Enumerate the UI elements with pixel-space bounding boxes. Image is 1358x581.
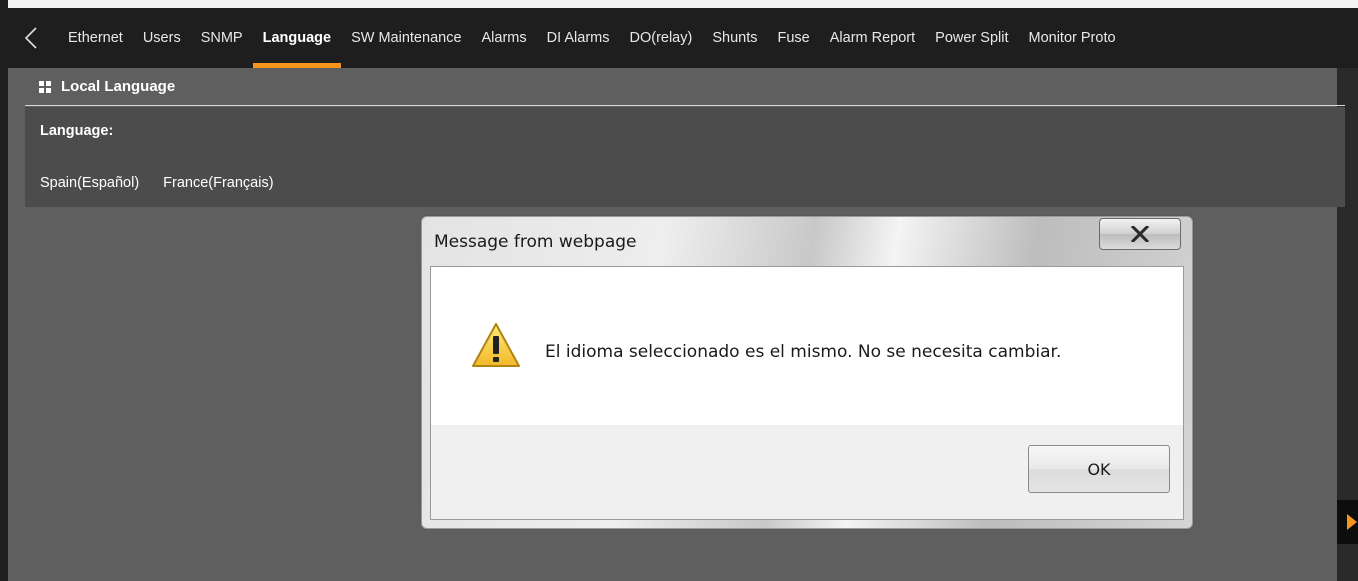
tab-sw-maintenance[interactable]: SW Maintenance	[341, 8, 471, 68]
back-button[interactable]	[20, 24, 44, 52]
dialog-close-button[interactable]	[1099, 218, 1181, 250]
message-dialog: Message from webpage El idioma seleccion…	[420, 215, 1194, 530]
dialog-button-area: OK	[431, 425, 1183, 519]
dialog-title: Message from webpage	[434, 232, 637, 252]
language-panel: Language: Spain(Español) France(Français…	[25, 107, 1345, 207]
ok-button[interactable]: OK	[1028, 445, 1170, 493]
app-window: Ethernet Users SNMP Language SW Maintenance A…	[0, 0, 1358, 581]
language-option-french[interactable]: France(Français)	[163, 175, 273, 191]
language-options: Spain(Español) France(Français)	[40, 175, 274, 191]
tab-monitor-proto[interactable]: Monitor Proto	[1019, 8, 1126, 68]
message-area: El idioma seleccionado es el mismo. No s…	[431, 267, 1183, 425]
tab-fuse[interactable]: Fuse	[767, 8, 819, 68]
language-label: Language:	[40, 123, 114, 139]
language-option-spanish[interactable]: Spain(Español)	[40, 175, 139, 191]
tab-di-alarms[interactable]: DI Alarms	[537, 8, 620, 68]
warning-icon	[472, 323, 520, 367]
caret-right-icon	[1347, 514, 1357, 530]
grid-icon	[39, 80, 51, 93]
tab-bar: Ethernet Users SNMP Language SW Maintenance A…	[8, 8, 1358, 68]
tab-users[interactable]: Users	[133, 8, 191, 68]
dialog-message: El idioma seleccionado es el mismo. No s…	[545, 342, 1062, 362]
chevron-left-icon	[24, 27, 37, 49]
tab-snmp[interactable]: SNMP	[191, 8, 253, 68]
tab-alarms[interactable]: Alarms	[472, 8, 537, 68]
section-header: Local Language	[25, 68, 1345, 106]
tab-do-relay[interactable]: DO(relay)	[619, 8, 702, 68]
tab-shunts[interactable]: Shunts	[702, 8, 767, 68]
tab-power-split[interactable]: Power Split	[925, 8, 1018, 68]
side-panel-toggle[interactable]	[1337, 500, 1358, 544]
dialog-content: El idioma seleccionado es el mismo. No s…	[430, 266, 1184, 520]
top-strip	[8, 0, 1358, 8]
tab-ethernet[interactable]: Ethernet	[58, 8, 133, 68]
tab-list: Ethernet Users SNMP Language SW Maintenance A…	[58, 8, 1358, 68]
close-icon	[1131, 226, 1149, 242]
tab-language[interactable]: Language	[252, 8, 342, 68]
tab-alarm-report[interactable]: Alarm Report	[820, 8, 925, 68]
section-title: Local Language	[61, 78, 176, 95]
